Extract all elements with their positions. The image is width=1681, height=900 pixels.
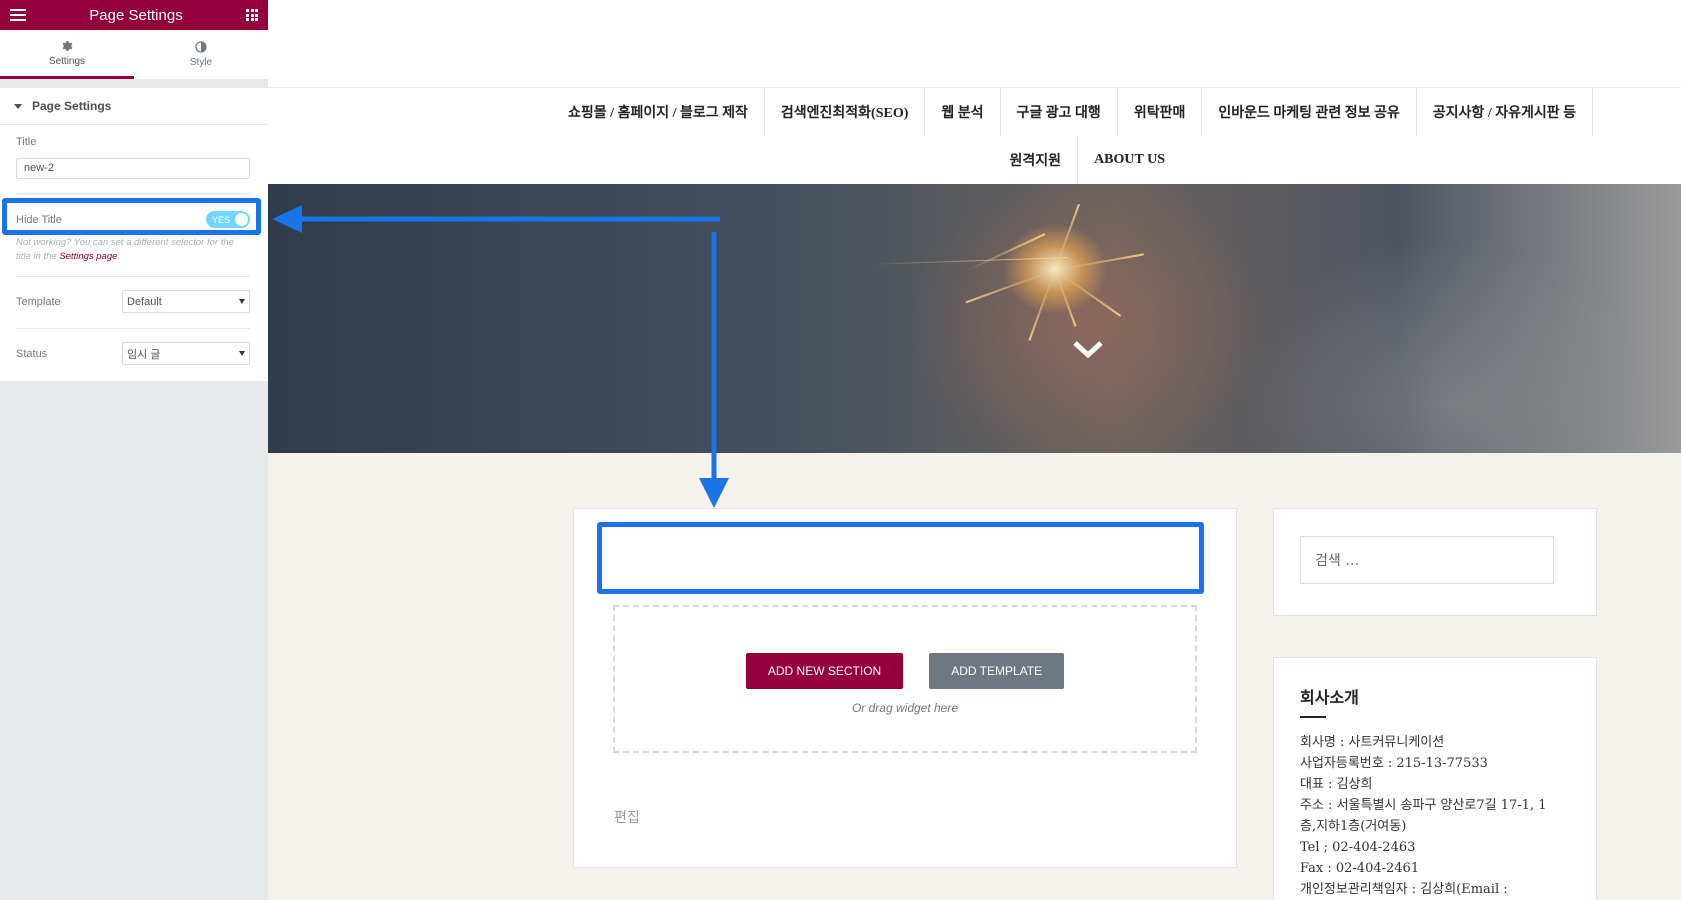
nav-item[interactable]: ABOUT US <box>1078 136 1181 184</box>
nav-item[interactable]: 웹 분석 <box>925 88 1001 136</box>
add-new-section-button[interactable]: ADD NEW SECTION <box>745 653 904 689</box>
sparkle <box>867 257 1068 265</box>
tab-style[interactable]: Style <box>134 30 268 79</box>
main-navigation: 쇼핑몰 / 홈페이지 / 블로그 제작 검색엔진최적화(SEO) 웹 분석 구글… <box>268 88 1681 184</box>
nav-item[interactable]: 공지사항 / 자유게시판 등 <box>1417 88 1593 136</box>
about-line: 대표 : 김상희 <box>1300 777 1373 792</box>
hide-title-highlight <box>2 198 261 235</box>
sparkle <box>1028 269 1056 341</box>
dropdown-arrow-icon <box>239 351 245 356</box>
title-underline <box>1300 716 1326 718</box>
tab-settings-label: Settings <box>48 55 86 67</box>
divider <box>16 276 250 277</box>
nav-item[interactable]: 인바운드 마케팅 관련 정보 공유 <box>1202 88 1417 136</box>
hamburger-menu-icon[interactable] <box>10 9 26 21</box>
nav-item[interactable]: 검색엔진최적화(SEO) <box>765 88 926 136</box>
panel-tabs: Settings Style <box>0 30 268 80</box>
drag-widget-hint: Or drag widget here <box>851 701 959 715</box>
hero-banner <box>268 184 1681 453</box>
search-widget: 검색 … <box>1273 508 1597 616</box>
title-label: Title <box>16 136 37 148</box>
about-widget: 회사소개 회사명 : 사트커뮤니케이션 사업자등록번호 : 215-13-775… <box>1273 657 1597 900</box>
nav-item[interactable]: 위탁판매 <box>1118 88 1203 136</box>
page-preview: 쇼핑몰 / 홈페이지 / 블로그 제작 검색엔진최적화(SEO) 웹 분석 구글… <box>268 0 1681 900</box>
template-row: Template Default <box>16 290 250 313</box>
title-input[interactable]: new-2 <box>16 158 250 179</box>
about-line: 층,지하1층(거여동) <box>1300 819 1407 834</box>
divider <box>16 193 250 194</box>
nav-item[interactable]: 구글 광고 대행 <box>1001 88 1118 136</box>
panel-header: Page Settings <box>0 0 268 30</box>
status-value: 임시 글 <box>127 348 161 361</box>
add-buttons: ADD NEW SECTION ADD TEMPLATE <box>745 653 1065 689</box>
caret-down-icon <box>14 103 22 109</box>
panel-title: Page Settings <box>89 6 183 24</box>
about-line: Tel ; 02-404-2463 <box>1300 840 1416 855</box>
about-line: 사업자등록번호 : 215-13-77533 <box>1300 756 1488 771</box>
add-template-button[interactable]: ADD TEMPLATE <box>929 653 1065 689</box>
elementor-panel: Page Settings Settings Style Page Settin… <box>0 0 268 900</box>
sparkle <box>1054 253 1144 271</box>
about-line: Fax : 02-404-2461 <box>1300 861 1420 876</box>
title-area-highlight <box>597 522 1204 594</box>
status-select[interactable]: 임시 글 <box>122 342 250 365</box>
hint-text: Not working? You can set a different sel… <box>16 237 234 262</box>
widgets-grid-icon[interactable] <box>246 9 258 21</box>
search-input[interactable]: 검색 … <box>1300 536 1554 584</box>
nav-item[interactable]: 쇼핑몰 / 홈페이지 / 블로그 제작 <box>552 88 765 136</box>
nav-row-1: 쇼핑몰 / 홈페이지 / 블로그 제작 검색엔진최적화(SEO) 웹 분석 구글… <box>552 88 1593 136</box>
status-label: Status <box>16 347 48 360</box>
nav-item[interactable]: 원격지원 <box>994 136 1079 184</box>
sparkle <box>1054 203 1080 271</box>
status-row: Status 임시 글 <box>16 342 250 365</box>
gear-icon <box>62 40 73 51</box>
template-select[interactable]: Default <box>122 290 250 313</box>
sparkle <box>965 269 1056 304</box>
about-line: 개인정보관리책임자 : 김상희(Email : <box>1300 882 1508 897</box>
about-line: 주소 : 서울특별시 송파구 양산로7길 17-1, 1 <box>1300 798 1547 813</box>
settings-page-link[interactable]: Settings page <box>59 251 117 262</box>
tab-style-label: Style <box>189 57 213 68</box>
scroll-down-chevron-icon[interactable] <box>1072 339 1104 359</box>
dropdown-arrow-icon <box>239 299 245 304</box>
contrast-icon <box>195 41 207 53</box>
divider <box>16 328 250 329</box>
section-title: Page Settings <box>32 99 112 113</box>
hide-title-hint: Not working? You can set a different sel… <box>16 237 234 262</box>
about-title: 회사소개 <box>1300 688 1359 707</box>
content-area: ADD NEW SECTION ADD TEMPLATE Or drag wid… <box>268 453 1681 900</box>
template-value: Default <box>127 295 162 308</box>
section-toggle[interactable]: Page Settings <box>0 88 268 125</box>
about-line: 회사명 : 사트커뮤니케이션 <box>1300 735 1445 750</box>
tab-settings[interactable]: Settings <box>0 30 134 79</box>
edit-link[interactable]: 편집 <box>614 807 640 827</box>
sparkle <box>967 233 1046 271</box>
nav-row-2: 원격지원 ABOUT US <box>994 136 1181 184</box>
template-label: Template <box>16 295 61 308</box>
site-header <box>268 0 1681 88</box>
elementor-drop-zone[interactable]: ADD NEW SECTION ADD TEMPLATE Or drag wid… <box>613 605 1197 753</box>
